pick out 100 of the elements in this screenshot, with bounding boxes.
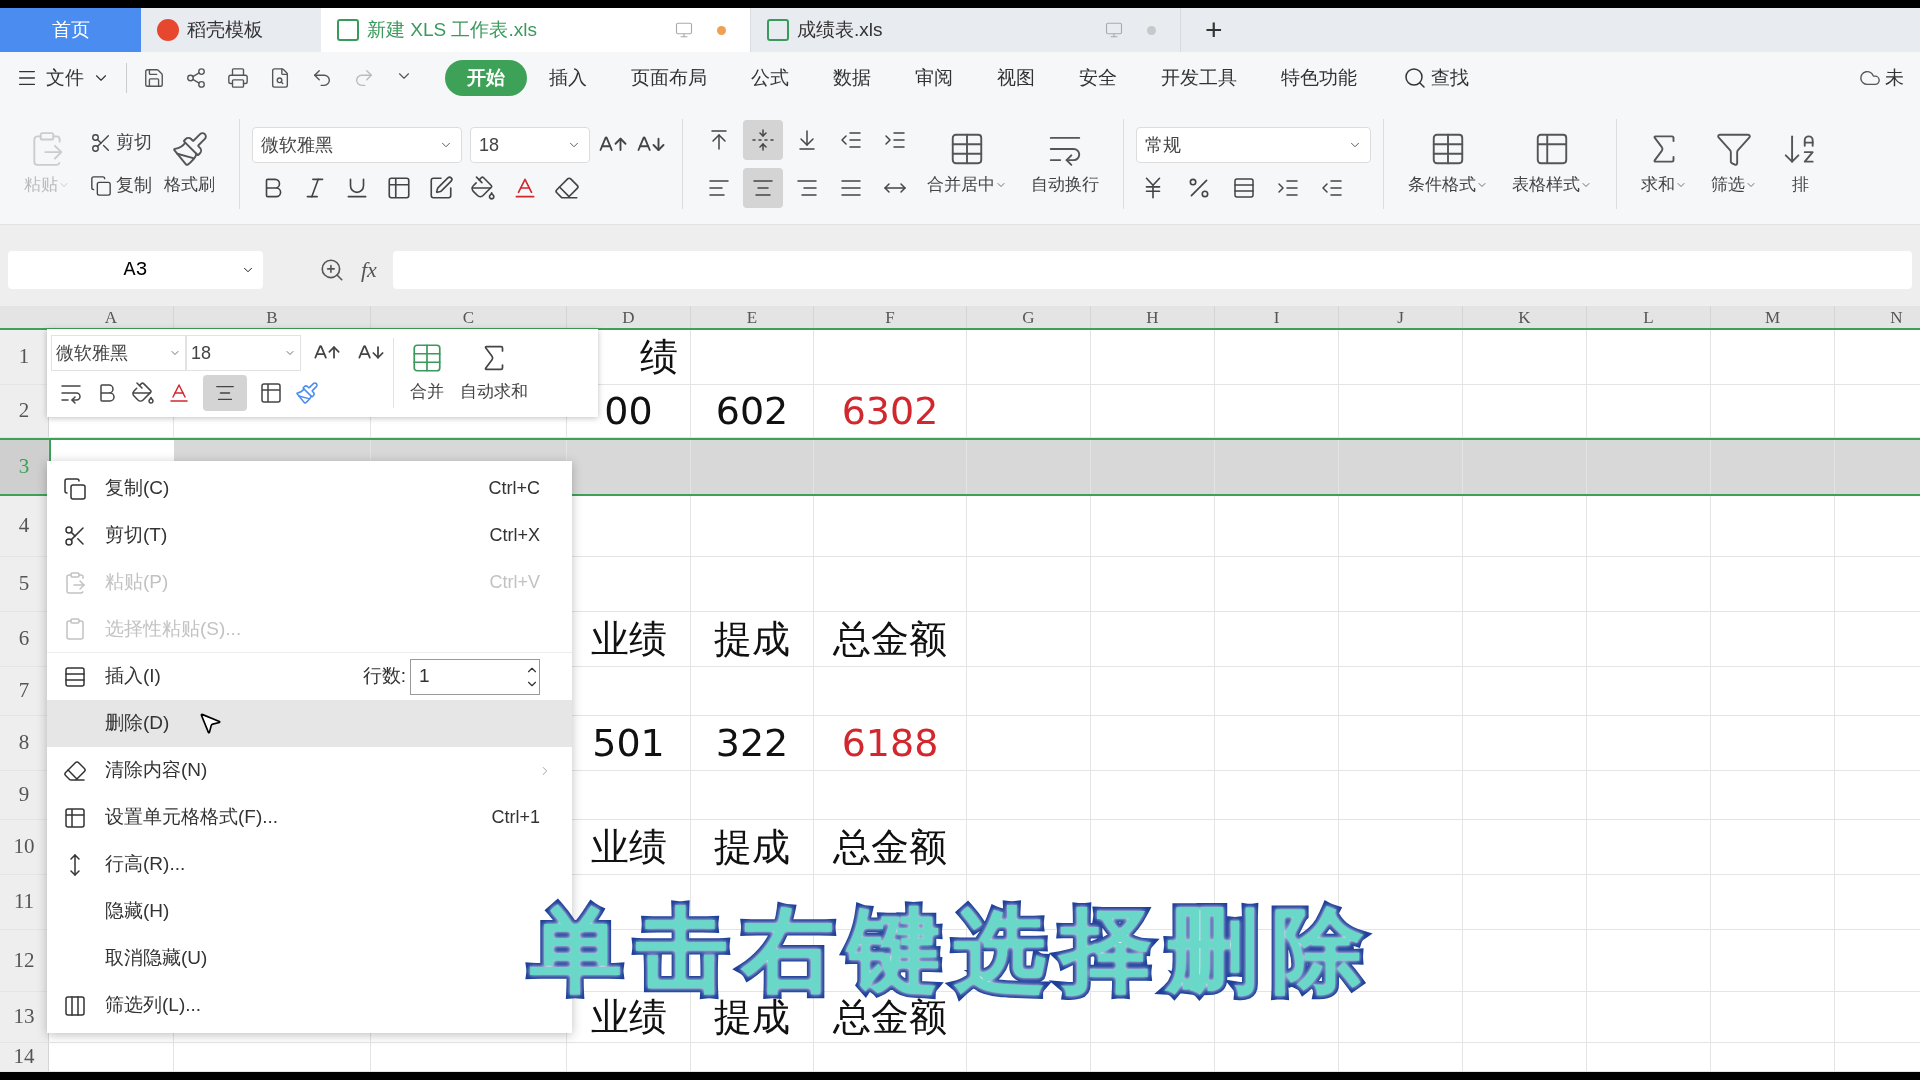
- search-button[interactable]: 查找: [1403, 63, 1469, 93]
- column-header[interactable]: H: [1091, 306, 1215, 328]
- row-header[interactable]: 6: [0, 612, 49, 666]
- columns-icon: [63, 993, 87, 1018]
- cut-button[interactable]: 剪切: [90, 129, 152, 156]
- share-icon[interactable]: [185, 67, 207, 89]
- fill-color-icon[interactable]: [131, 381, 155, 405]
- font-color-icon[interactable]: [167, 381, 191, 405]
- row-header[interactable]: 11: [0, 875, 49, 929]
- column-header[interactable]: L: [1587, 306, 1711, 328]
- monitor-icon: [1105, 21, 1123, 39]
- font-dropdown[interactable]: 微软雅黑: [252, 127, 462, 163]
- autosum-button[interactable]: 自动求和: [452, 341, 536, 405]
- fill-color-icon[interactable]: [470, 175, 496, 201]
- brush-icon: [170, 130, 209, 169]
- ribbon-tab[interactable]: 页面布局: [609, 59, 729, 97]
- ribbon-tab[interactable]: 插入: [527, 59, 609, 97]
- column-header[interactable]: E: [691, 306, 814, 328]
- font-dropdown[interactable]: 微软雅黑: [51, 335, 186, 371]
- align-button[interactable]: [743, 168, 783, 208]
- table-cell: 提成: [691, 820, 814, 874]
- ribbon-tab[interactable]: 视图: [975, 59, 1057, 97]
- conditional-format-button[interactable]: 条件格式: [1396, 130, 1500, 198]
- ribbon-tab[interactable]: 审阅: [893, 59, 975, 97]
- tab-label: 稻壳模板: [187, 17, 263, 42]
- row-header[interactable]: 7: [0, 667, 49, 715]
- column-header[interactable]: K: [1463, 306, 1587, 328]
- menu-item[interactable]: 删除(D): [47, 700, 572, 747]
- copy-button[interactable]: 复制: [90, 172, 152, 199]
- align-center-button[interactable]: [203, 375, 247, 411]
- column-header[interactable]: D: [567, 306, 691, 328]
- align-button[interactable]: [743, 120, 783, 160]
- ribbon-tab[interactable]: 数据: [811, 59, 893, 97]
- column-header[interactable]: C: [371, 306, 567, 328]
- table-cell: 6188: [814, 716, 967, 770]
- row-header[interactable]: 13: [0, 992, 49, 1042]
- copy-icon: [63, 476, 87, 501]
- sum-button[interactable]: 求和: [1629, 130, 1699, 198]
- eraser-icon[interactable]: [554, 175, 580, 201]
- row-header[interactable]: 4: [0, 496, 49, 556]
- table-cell: 总金额: [814, 612, 967, 666]
- clipboard-icon: [63, 570, 87, 595]
- row-count-field[interactable]: 1: [410, 658, 540, 695]
- row-header[interactable]: 10: [0, 820, 49, 874]
- menu-item[interactable]: 复制(C) Ctrl+C: [47, 465, 572, 512]
- ribbon-tab[interactable]: 公式: [729, 59, 811, 97]
- column-header[interactable]: J: [1339, 306, 1463, 328]
- table-cell: 总金额: [814, 820, 967, 874]
- function-label[interactable]: fx: [361, 253, 377, 286]
- borders-icon[interactable]: [259, 381, 283, 405]
- column-header[interactable]: I: [1215, 306, 1339, 328]
- clipboard-icon: [63, 617, 87, 641]
- row-header[interactable]: 9: [0, 771, 49, 819]
- menu-item[interactable]: 剪切(T) Ctrl+X: [47, 512, 572, 559]
- shortcut-text: Ctrl+1: [491, 806, 540, 829]
- file-menu[interactable]: 文件: [16, 63, 126, 93]
- document-tab[interactable]: 新建 XLS 工作表.xls: [321, 8, 751, 52]
- row-header[interactable]: 5: [0, 557, 49, 611]
- table-cell: 6302: [814, 385, 967, 437]
- table-style-button[interactable]: 表格样式: [1500, 130, 1604, 198]
- preview-icon[interactable]: [269, 67, 291, 89]
- wrap-text-button[interactable]: 自动换行: [1019, 130, 1111, 198]
- column-header[interactable]: G: [967, 306, 1091, 328]
- merge-center-button[interactable]: 合并居中: [915, 130, 1019, 198]
- shortcut-text: Ctrl+V: [489, 571, 540, 594]
- cell-style-icon[interactable]: [428, 175, 454, 201]
- brush-icon[interactable]: [295, 381, 319, 405]
- row-header[interactable]: 2: [0, 385, 49, 437]
- column-header[interactable]: F: [814, 306, 967, 328]
- table-cell: 提成: [691, 612, 814, 666]
- filter-button[interactable]: 筛选: [1699, 130, 1769, 198]
- tab-label: 新建 XLS 工作表.xls: [367, 17, 538, 42]
- name-box[interactable]: A3: [8, 250, 263, 289]
- row-header[interactable]: 8: [0, 716, 49, 770]
- ribbon-tab[interactable]: 安全: [1057, 59, 1139, 97]
- row-header[interactable]: 14: [0, 1043, 49, 1071]
- ribbon-tab[interactable]: 特色功能: [1259, 59, 1379, 97]
- row-header[interactable]: 1: [0, 330, 49, 384]
- column-header[interactable]: A: [49, 306, 174, 328]
- ribbon-tab[interactable]: 开发工具: [1139, 59, 1259, 97]
- new-tab-button[interactable]: +: [1181, 8, 1247, 52]
- format-painter-button[interactable]: 格式刷: [152, 130, 227, 198]
- column-header[interactable]: B: [174, 306, 371, 328]
- font-size-dropdown[interactable]: 18: [470, 127, 590, 163]
- font-size-dropdown[interactable]: 18: [186, 335, 301, 371]
- column-header[interactable]: M: [1711, 306, 1835, 328]
- copy-icon: [90, 174, 112, 197]
- borders-icon[interactable]: [386, 175, 412, 201]
- sort-button[interactable]: 排: [1769, 130, 1831, 198]
- row-header[interactable]: 12: [0, 930, 49, 991]
- spreadsheet-icon: [767, 19, 789, 41]
- save-icon[interactable]: [143, 67, 165, 89]
- tab-label: 成绩表.xls: [797, 17, 884, 42]
- merge-button[interactable]: 合并: [402, 341, 452, 405]
- row-count-label: 行数:: [362, 664, 406, 689]
- column-header[interactable]: N: [1835, 306, 1920, 328]
- number-format-dropdown[interactable]: 常规: [1136, 127, 1371, 163]
- print-icon[interactable]: [227, 67, 249, 89]
- undo-icon[interactable]: [311, 67, 333, 89]
- account-status[interactable]: 未: [1885, 63, 1904, 93]
